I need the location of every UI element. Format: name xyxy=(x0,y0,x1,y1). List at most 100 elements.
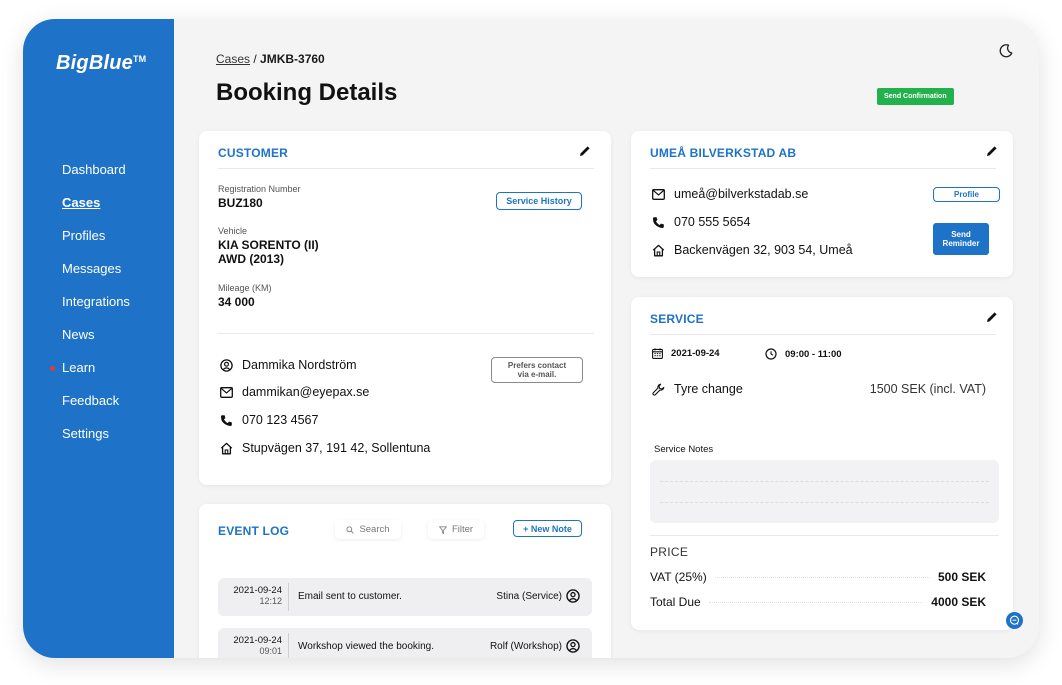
log-text: Email sent to customer. xyxy=(298,591,402,602)
sidebar-item-profiles[interactable]: Profiles xyxy=(23,219,174,252)
mail-icon xyxy=(652,188,665,200)
price-leader xyxy=(714,577,930,578)
log-author: Stina (Service) xyxy=(496,591,562,602)
service-time: 09:00 - 11:00 xyxy=(785,348,842,360)
log-date-day: 2021-09-24 xyxy=(233,585,282,596)
page-title: Booking Details xyxy=(216,79,398,106)
mileage-value: 34 000 xyxy=(218,295,255,309)
service-date: 2021-09-24 xyxy=(671,348,720,359)
contact-preference-line1: Prefers contact xyxy=(507,361,567,370)
workshop-phone[interactable]: 070 555 5654 xyxy=(674,215,750,229)
customer-address-row: Stupvägen 37, 191 42, Sollentuna xyxy=(220,441,430,455)
breadcrumb-cases-link[interactable]: Cases xyxy=(216,52,250,66)
sidebar-item-label: Messages xyxy=(62,261,122,276)
log-text: Workshop viewed the booking. xyxy=(298,641,435,652)
breadcrumb-separator: / xyxy=(250,52,261,66)
mail-icon xyxy=(220,386,233,398)
brand-logo[interactable]: BigBlueTM xyxy=(56,52,146,75)
wrench-icon xyxy=(652,383,665,396)
customer-phone-row: 070 123 4567 xyxy=(220,413,318,427)
app-window: BigBlueTM Dashboard Cases Profiles Messa… xyxy=(23,19,1039,658)
new-note-button[interactable]: + New Note xyxy=(513,520,582,537)
customer-card: CUSTOMER Registration Number BUZ180 Serv… xyxy=(199,131,611,485)
breadcrumb-current: JMKB-3760 xyxy=(260,52,325,66)
sidebar-item-integrations[interactable]: Integrations xyxy=(23,285,174,318)
chat-button[interactable] xyxy=(1006,612,1023,629)
vehicle-label: Vehicle xyxy=(218,226,248,236)
service-type-row: Tyre change xyxy=(652,382,743,396)
log-entry: 2021-09-24 09:01 Workshop viewed the book… xyxy=(218,628,592,658)
service-notes-field[interactable] xyxy=(650,460,999,523)
log-date-time: 12:12 xyxy=(259,596,282,606)
log-separator xyxy=(288,633,289,658)
notes-line xyxy=(660,502,989,503)
service-date-row: 2021-09-24 xyxy=(652,348,720,359)
customer-name-row: Dammika Nordström xyxy=(220,358,357,372)
service-notes-label: Service Notes xyxy=(654,444,714,455)
send-reminder-line1: Send xyxy=(951,230,971,239)
sidebar-item-label: Learn xyxy=(62,360,96,375)
send-confirmation-button[interactable]: Send Confirmation xyxy=(877,88,954,105)
price-leader xyxy=(708,602,924,603)
sidebar-item-messages[interactable]: Messages xyxy=(23,252,174,285)
pencil-icon[interactable] xyxy=(578,144,592,158)
customer-divider-mid xyxy=(218,333,594,334)
vehicle-variant: AWD (2013) xyxy=(218,252,285,266)
vat-value: 500 SEK xyxy=(937,570,986,584)
sidebar-item-cases[interactable]: Cases xyxy=(23,186,174,219)
user-icon xyxy=(566,639,580,653)
sidebar-item-settings[interactable]: Settings xyxy=(23,417,174,450)
brand-mark: TM xyxy=(132,54,147,64)
customer-divider-top xyxy=(218,168,594,169)
filter-icon xyxy=(438,525,447,534)
workshop-card-title: UMEÅ BILVERKSTAD AB xyxy=(650,146,797,160)
main-content: Cases / JMKB-3760 Booking Details Send C… xyxy=(174,19,1039,658)
breadcrumb: Cases / JMKB-3760 xyxy=(216,52,325,66)
moon-icon[interactable] xyxy=(998,43,1014,59)
notes-line xyxy=(660,481,989,482)
workshop-divider xyxy=(650,168,996,169)
sidebar-item-label: Dashboard xyxy=(62,162,126,177)
event-log-card: EVENT LOG Search Filter + New Note 2021-… xyxy=(199,504,611,658)
customer-phone[interactable]: 070 123 4567 xyxy=(242,413,318,427)
service-card: SERVICE 2021-09-24 09:00 - 11:00 Tyre ch… xyxy=(631,297,1013,630)
profile-button[interactable]: Profile xyxy=(933,187,1000,202)
phone-icon xyxy=(221,414,232,426)
registration-value: BUZ180 xyxy=(218,196,263,210)
clock-icon xyxy=(765,348,777,360)
service-type: Tyre change xyxy=(674,382,743,396)
send-reminder-button[interactable]: Send Reminder xyxy=(933,223,989,255)
log-date-time: 09:01 xyxy=(259,646,282,656)
user-icon xyxy=(566,589,580,603)
calendar-icon xyxy=(652,348,663,359)
workshop-address-row: Backenvägen 32, 903 54, Umeå xyxy=(652,243,853,257)
event-filter[interactable]: Filter xyxy=(428,520,484,539)
log-separator xyxy=(288,583,289,611)
workshop-email-row: umeå@bilverkstadab.se xyxy=(652,187,808,201)
vat-label: VAT (25%) xyxy=(650,570,707,584)
sidebar-item-learn[interactable]: Learn xyxy=(23,351,174,384)
workshop-address: Backenvägen 32, 903 54, Umeå xyxy=(674,243,853,257)
total-label: Total Due xyxy=(650,595,701,609)
customer-card-title: CUSTOMER xyxy=(218,146,289,160)
sidebar-item-news[interactable]: News xyxy=(23,318,174,351)
customer-name: Dammika Nordström xyxy=(242,358,357,372)
search-label: Search xyxy=(359,524,390,535)
search-icon xyxy=(346,525,355,534)
sidebar-item-label: Integrations xyxy=(62,294,130,309)
service-history-button[interactable]: Service History xyxy=(496,192,582,210)
sidebar-item-feedback[interactable]: Feedback xyxy=(23,384,174,417)
customer-email[interactable]: dammikan@eyepax.se xyxy=(242,385,369,399)
brand-name: BigBlue xyxy=(56,52,133,74)
pencil-icon[interactable] xyxy=(985,310,999,324)
mileage-label: Mileage (KM) xyxy=(218,283,272,293)
service-divider-price xyxy=(650,535,999,536)
service-card-title: SERVICE xyxy=(650,312,704,326)
price-title: PRICE xyxy=(650,545,689,559)
service-type-price: 1500 SEK (incl. VAT) xyxy=(869,382,986,396)
sidebar-item-dashboard[interactable]: Dashboard xyxy=(23,153,174,186)
event-search[interactable]: Search xyxy=(335,520,401,539)
pencil-icon[interactable] xyxy=(985,144,999,158)
log-date-day: 2021-09-24 xyxy=(233,635,282,646)
workshop-email[interactable]: umeå@bilverkstadab.se xyxy=(674,187,808,201)
